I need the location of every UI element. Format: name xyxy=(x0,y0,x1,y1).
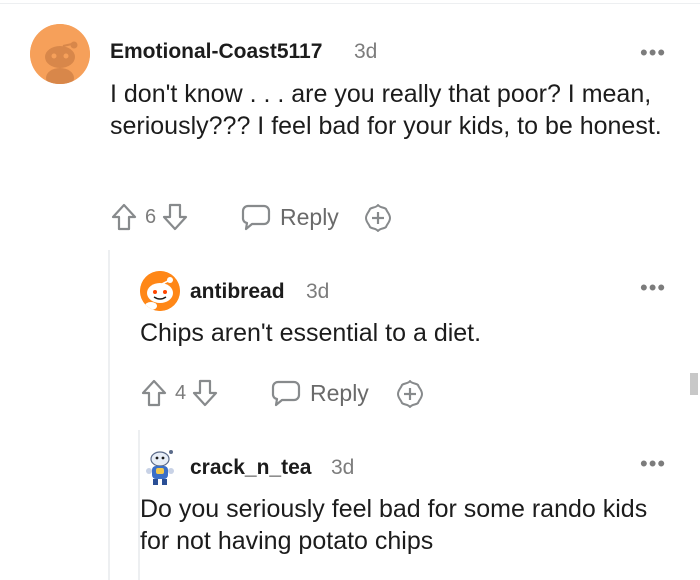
timestamp[interactable]: 3d xyxy=(306,280,329,304)
upvote-icon[interactable] xyxy=(110,202,138,232)
snoo-avatar-icon xyxy=(30,24,90,84)
top-divider xyxy=(0,3,700,4)
timestamp[interactable]: 3d xyxy=(331,456,354,480)
thread-line[interactable] xyxy=(108,250,110,580)
username[interactable]: antibread xyxy=(190,280,285,304)
speech-bubble-icon xyxy=(241,204,271,231)
vote-bar: 6 xyxy=(110,202,189,232)
username[interactable]: crack_n_tea xyxy=(190,456,311,480)
comment-body: Do you seriously feel bad for some rando… xyxy=(140,495,648,555)
snoo-avatar-icon xyxy=(140,271,180,311)
avatar[interactable] xyxy=(140,271,180,311)
vote-count: 6 xyxy=(145,205,157,228)
timestamp[interactable]: 3d xyxy=(354,40,377,64)
downvote-icon[interactable] xyxy=(161,202,189,232)
comment-body: I don't know . . . are you really that p… xyxy=(110,80,662,140)
reply-label: Reply xyxy=(280,203,339,230)
vote-count: 4 xyxy=(175,381,187,404)
username[interactable]: Emotional-Coast5117 xyxy=(110,40,322,64)
more-options-icon[interactable]: ••• xyxy=(640,42,666,64)
avatar[interactable] xyxy=(140,447,180,487)
reply-label: Reply xyxy=(310,379,369,406)
speech-bubble-icon xyxy=(271,380,301,407)
vote-bar: 4 xyxy=(140,378,219,408)
upvote-icon[interactable] xyxy=(140,378,168,408)
comment-body: Chips aren't essential to a diet. xyxy=(140,319,482,347)
more-options-icon[interactable]: ••• xyxy=(640,453,666,475)
reply-button[interactable]: Reply xyxy=(240,202,339,232)
downvote-icon[interactable] xyxy=(191,378,219,408)
scrollbar-thumb[interactable] xyxy=(690,373,698,395)
award-button[interactable] xyxy=(394,378,426,410)
avatar[interactable] xyxy=(30,24,90,84)
award-plus-icon xyxy=(365,204,391,232)
more-options-icon[interactable]: ••• xyxy=(640,277,666,299)
award-button[interactable] xyxy=(362,202,394,234)
snoo-costume-avatar-icon xyxy=(146,450,174,485)
reply-button[interactable]: Reply xyxy=(270,378,369,408)
award-plus-icon xyxy=(397,380,423,408)
